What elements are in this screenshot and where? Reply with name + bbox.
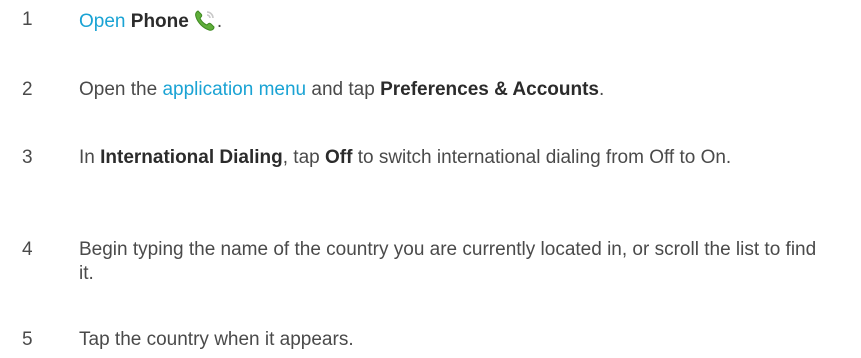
step-text: Open Phone . — [79, 8, 819, 34]
step-number: 2 — [22, 79, 33, 100]
application-menu-link[interactable]: application menu — [162, 79, 306, 100]
step-text: Begin typing the name of the country you… — [79, 239, 817, 284]
phone-icon — [193, 8, 217, 32]
off-label: Off — [325, 147, 353, 168]
international-dialing-label: International Dialing — [100, 147, 283, 168]
step-text: Tap the country when it appears. — [79, 329, 354, 350]
step-number: 3 — [22, 147, 33, 168]
step-number: 5 — [22, 329, 33, 350]
step-number: 1 — [22, 9, 33, 30]
step-text: In International Dialing, tap Off to swi… — [79, 147, 732, 168]
step-number: 4 — [22, 239, 33, 260]
step-text: Open the application menu and tap Prefer… — [79, 79, 605, 100]
open-link[interactable]: Open — [79, 11, 125, 32]
preferences-accounts-label: Preferences & Accounts — [380, 79, 599, 100]
phone-app-name: Phone — [130, 11, 189, 32]
